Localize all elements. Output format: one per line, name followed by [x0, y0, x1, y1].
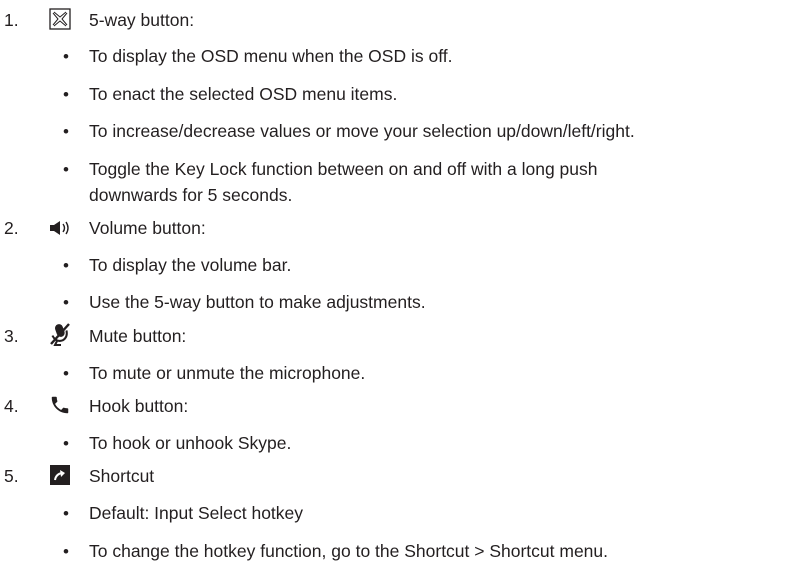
- bullet-text-continuation: downwards for 5 seconds.: [89, 185, 293, 205]
- bullet-dot: •: [63, 160, 69, 179]
- bullet-dot: •: [63, 364, 69, 383]
- item-number: 3.: [4, 326, 19, 346]
- bullet-dot: •: [63, 293, 69, 312]
- bullet-dot: •: [63, 504, 69, 523]
- item-label: Volume button:: [89, 218, 206, 238]
- bullet-text: To hook or unhook Skype.: [89, 433, 292, 453]
- bullet-dot: •: [63, 122, 69, 141]
- item-label: Mute button:: [89, 326, 187, 346]
- bullet-text: To mute or unmute the microphone.: [89, 363, 366, 383]
- item-label: 5-way button:: [89, 10, 195, 30]
- mute-microphone-icon: [47, 322, 73, 346]
- item-number: 1.: [4, 10, 19, 30]
- bullet-text: To display the volume bar.: [89, 255, 292, 275]
- bullet-text: Toggle the Key Lock function between on …: [89, 159, 598, 179]
- bullet-text: To change the hotkey function, go to the…: [89, 541, 609, 561]
- bullet-text: To increase/decrease values or move your…: [89, 121, 635, 141]
- bullet-dot: •: [63, 85, 69, 104]
- item-number: 4.: [4, 396, 19, 416]
- item-number: 2.: [4, 218, 19, 238]
- bullet-dot: •: [63, 47, 69, 66]
- shortcut-arrow-icon: [47, 463, 73, 487]
- volume-icon: [47, 216, 73, 240]
- bullet-dot: •: [63, 434, 69, 453]
- bullet-text: Default: Input Select hotkey: [89, 503, 304, 523]
- bullet-dot: •: [63, 256, 69, 275]
- bullet-text: Use the 5-way button to make adjustments…: [89, 292, 426, 312]
- item-label: Hook button:: [89, 396, 189, 416]
- bullet-dot: •: [63, 542, 69, 561]
- bullet-text: To display the OSD menu when the OSD is …: [89, 46, 453, 66]
- item-number: 5.: [4, 466, 19, 486]
- 5-way-button-icon: [47, 7, 73, 31]
- bullet-text: To enact the selected OSD menu items.: [89, 84, 398, 104]
- item-label: Shortcut: [89, 466, 155, 486]
- phone-hook-icon: [47, 393, 73, 417]
